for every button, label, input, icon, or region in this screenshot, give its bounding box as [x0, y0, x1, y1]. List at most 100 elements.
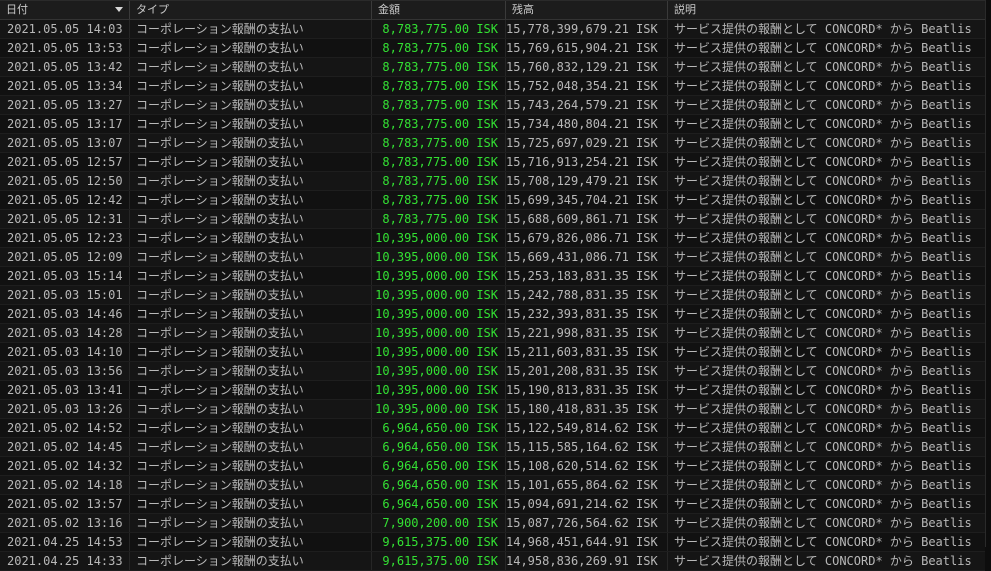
- table-row[interactable]: 2021.05.05 12:09 コーポレーション報酬の支払い 10,395,000…: [0, 248, 985, 267]
- row-type: コーポレーション報酬の支払い: [130, 172, 372, 190]
- row-balance: 15,232,393,831.35 ISK: [506, 305, 668, 323]
- row-date: 2021.05.05 13:42: [0, 58, 130, 76]
- table-row[interactable]: 2021.05.03 13:41 コーポレーション報酬の支払い 10,395,000…: [0, 381, 985, 400]
- table-row[interactable]: 2021.05.02 14:18 コーポレーション報酬の支払い 6,964,650.…: [0, 476, 985, 495]
- row-type: コーポレーション報酬の支払い: [130, 495, 372, 513]
- row-balance: 15,699,345,704.21 ISK: [506, 191, 668, 209]
- row-date: 2021.05.05 13:34: [0, 77, 130, 95]
- row-date: 2021.05.05 12:57: [0, 153, 130, 171]
- row-amount: 8,783,775.00 ISK: [372, 20, 506, 38]
- table-row[interactable]: 2021.05.02 14:45 コーポレーション報酬の支払い 6,964,650.…: [0, 438, 985, 457]
- table-row[interactable]: 2021.05.03 13:26 コーポレーション報酬の支払い 10,395,000…: [0, 400, 985, 419]
- row-balance: 15,688,609,861.71 ISK: [506, 210, 668, 228]
- table-row[interactable]: 2021.05.05 12:50 コーポレーション報酬の支払い 8,783,775.…: [0, 172, 985, 191]
- table-row[interactable]: 2021.05.02 14:52 コーポレーション報酬の支払い 6,964,650.…: [0, 419, 985, 438]
- table-row[interactable]: 2021.05.05 12:23 コーポレーション報酬の支払い 10,395,000…: [0, 229, 985, 248]
- row-amount: 8,783,775.00 ISK: [372, 115, 506, 133]
- row-type: コーポレーション報酬の支払い: [130, 381, 372, 399]
- row-description: サービス提供の報酬として CONCORD* から Beatlis: [674, 307, 972, 321]
- row-description: サービス提供の報酬として CONCORD* から Beatlis: [674, 478, 972, 492]
- row-amount: 10,395,000.00 ISK: [372, 248, 506, 266]
- row-description: サービス提供の報酬として CONCORD* から Beatlis: [674, 402, 972, 416]
- row-type: コーポレーション報酬の支払い: [130, 77, 372, 95]
- table-row[interactable]: 2021.05.03 14:10 コーポレーション報酬の支払い 10,395,000…: [0, 343, 985, 362]
- table-row[interactable]: 2021.04.25 14:53 コーポレーション報酬の支払い 9,615,375.…: [0, 533, 985, 552]
- row-balance: 15,679,826,086.71 ISK: [506, 229, 668, 247]
- row-type: コーポレーション報酬の支払い: [130, 362, 372, 380]
- table-row[interactable]: 2021.04.25 14:33 コーポレーション報酬の支払い 9,615,375.…: [0, 552, 985, 571]
- column-header-amount-label: 金額: [378, 3, 400, 16]
- table-row[interactable]: 2021.05.03 15:14 コーポレーション報酬の支払い 10,395,000…: [0, 267, 985, 286]
- row-type: コーポレーション報酬の支払い: [130, 153, 372, 171]
- row-date: 2021.05.03 14:28: [0, 324, 130, 342]
- row-date: 2021.05.05 13:17: [0, 115, 130, 133]
- row-balance: 15,211,603,831.35 ISK: [506, 343, 668, 361]
- row-description: サービス提供の報酬として CONCORD* から Beatlis: [674, 41, 972, 55]
- row-description: サービス提供の報酬として CONCORD* から Beatlis: [674, 193, 972, 207]
- column-header-amount[interactable]: 金額: [372, 1, 506, 19]
- row-type: コーポレーション報酬の支払い: [130, 305, 372, 323]
- table-row[interactable]: 2021.05.05 13:53 コーポレーション報酬の支払い 8,783,775.…: [0, 39, 985, 58]
- row-date: 2021.05.02 14:45: [0, 438, 130, 456]
- table-row[interactable]: 2021.05.05 12:31 コーポレーション報酬の支払い 8,783,775.…: [0, 210, 985, 229]
- row-amount: 10,395,000.00 ISK: [372, 400, 506, 418]
- table-row[interactable]: 2021.05.02 14:32 コーポレーション報酬の支払い 6,964,650.…: [0, 457, 985, 476]
- row-description: サービス提供の報酬として CONCORD* から Beatlis: [674, 98, 972, 112]
- row-balance: 15,087,726,564.62 ISK: [506, 514, 668, 532]
- row-description: サービス提供の報酬として CONCORD* から Beatlis: [674, 535, 972, 549]
- table-row[interactable]: 2021.05.03 15:01 コーポレーション報酬の支払い 10,395,000…: [0, 286, 985, 305]
- row-date: 2021.05.03 14:46: [0, 305, 130, 323]
- row-amount: 8,783,775.00 ISK: [372, 96, 506, 114]
- table-row[interactable]: 2021.05.05 13:07 コーポレーション報酬の支払い 8,783,775.…: [0, 134, 985, 153]
- table-row[interactable]: 2021.05.02 13:57 コーポレーション報酬の支払い 6,964,650.…: [0, 495, 985, 514]
- row-balance: 15,778,399,679.21 ISK: [506, 20, 668, 38]
- row-amount: 10,395,000.00 ISK: [372, 286, 506, 304]
- row-type: コーポレーション報酬の支払い: [130, 419, 372, 437]
- row-balance: 15,242,788,831.35 ISK: [506, 286, 668, 304]
- table-row[interactable]: 2021.05.03 13:56 コーポレーション報酬の支払い 10,395,000…: [0, 362, 985, 381]
- table-row[interactable]: 2021.05.03 14:46 コーポレーション報酬の支払い 10,395,000…: [0, 305, 985, 324]
- table-row[interactable]: 2021.05.05 13:42 コーポレーション報酬の支払い 8,783,775.…: [0, 58, 985, 77]
- table-row[interactable]: 2021.05.05 13:17 コーポレーション報酬の支払い 8,783,775.…: [0, 115, 985, 134]
- wallet-journal-table: 日付 タイプ 金額 残高 説明 2021.05.05 14:03 コーポレーション…: [0, 0, 986, 571]
- table-row[interactable]: 2021.05.03 14:28 コーポレーション報酬の支払い 10,395,000…: [0, 324, 985, 343]
- row-amount: 10,395,000.00 ISK: [372, 381, 506, 399]
- row-balance: 14,958,836,269.91 ISK: [506, 552, 668, 570]
- row-type: コーポレーション報酬の支払い: [130, 229, 372, 247]
- row-date: 2021.05.05 12:09: [0, 248, 130, 266]
- column-header-description-label: 説明: [674, 3, 696, 16]
- row-date: 2021.05.05 12:42: [0, 191, 130, 209]
- row-balance: 15,094,691,214.62 ISK: [506, 495, 668, 513]
- table-row[interactable]: 2021.05.05 14:03 コーポレーション報酬の支払い 8,783,775.…: [0, 20, 985, 39]
- table-row[interactable]: 2021.05.05 12:57 コーポレーション報酬の支払い 8,783,775.…: [0, 153, 985, 172]
- row-description: サービス提供の報酬として CONCORD* から Beatlis: [674, 155, 972, 169]
- row-amount: 8,783,775.00 ISK: [372, 77, 506, 95]
- row-amount: 9,615,375.00 ISK: [372, 552, 506, 570]
- column-header-balance[interactable]: 残高: [506, 1, 668, 19]
- row-date: 2021.05.02 14:32: [0, 457, 130, 475]
- row-balance: 15,725,697,029.21 ISK: [506, 134, 668, 152]
- row-balance: 15,708,129,479.21 ISK: [506, 172, 668, 190]
- row-type: コーポレーション報酬の支払い: [130, 210, 372, 228]
- row-type: コーポレーション報酬の支払い: [130, 457, 372, 475]
- row-type: コーポレーション報酬の支払い: [130, 476, 372, 494]
- table-row[interactable]: 2021.05.05 13:27 コーポレーション報酬の支払い 8,783,775.…: [0, 96, 985, 115]
- row-description: サービス提供の報酬として CONCORD* から Beatlis: [674, 421, 972, 435]
- row-balance: 15,190,813,831.35 ISK: [506, 381, 668, 399]
- row-type: コーポレーション報酬の支払い: [130, 267, 372, 285]
- row-balance: 15,108,620,514.62 ISK: [506, 457, 668, 475]
- row-balance: 15,115,585,164.62 ISK: [506, 438, 668, 456]
- row-date: 2021.05.05 12:23: [0, 229, 130, 247]
- table-row[interactable]: 2021.05.02 13:16 コーポレーション報酬の支払い 7,900,200.…: [0, 514, 985, 533]
- row-description: サービス提供の報酬として CONCORD* から Beatlis: [674, 117, 972, 131]
- row-amount: 8,783,775.00 ISK: [372, 172, 506, 190]
- column-header-date[interactable]: 日付: [0, 1, 130, 19]
- column-header-description[interactable]: 説明: [668, 1, 985, 19]
- row-date: 2021.05.05 14:03: [0, 20, 130, 38]
- row-date: 2021.05.03 13:26: [0, 400, 130, 418]
- row-date: 2021.04.25 14:33: [0, 552, 130, 570]
- table-row[interactable]: 2021.05.05 13:34 コーポレーション報酬の支払い 8,783,775.…: [0, 77, 985, 96]
- row-type: コーポレーション報酬の支払い: [130, 20, 372, 38]
- table-row[interactable]: 2021.05.05 12:42 コーポレーション報酬の支払い 8,783,775.…: [0, 191, 985, 210]
- column-header-type[interactable]: タイプ: [130, 1, 372, 19]
